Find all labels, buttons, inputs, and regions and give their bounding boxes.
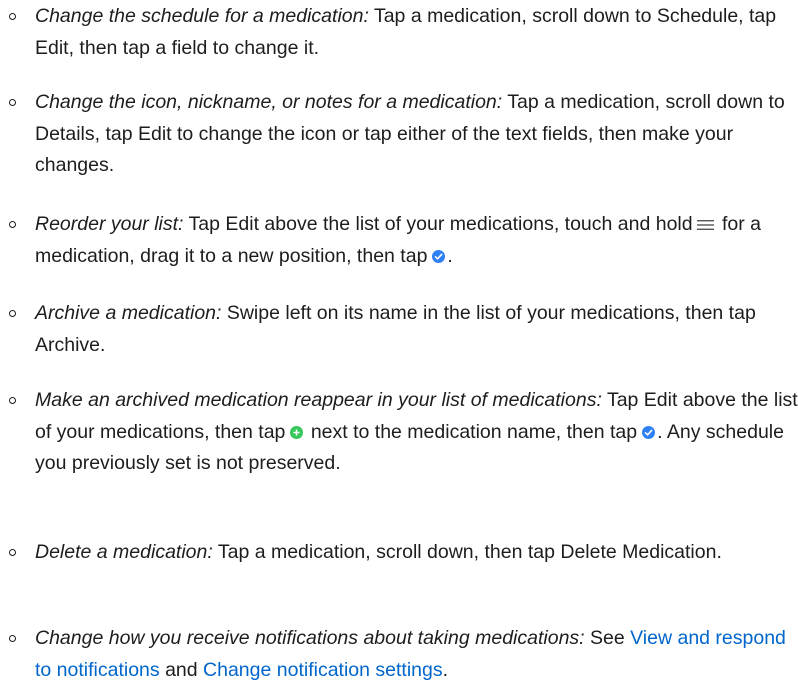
bullet-icon bbox=[9, 310, 16, 317]
item-title: Delete a medication: bbox=[35, 541, 213, 563]
item-title: Change how you receive notifications abo… bbox=[35, 627, 585, 649]
bullet-icon bbox=[9, 635, 16, 642]
item-title: Make an archived medication reappear in … bbox=[35, 389, 602, 411]
item-text: . bbox=[442, 658, 449, 681]
item-text: Tap Edit above the list of your medicati… bbox=[183, 213, 693, 235]
bullet-icon bbox=[9, 13, 16, 20]
item-title: Change the icon, nickname, or notes for … bbox=[35, 91, 503, 113]
item-title: Change the schedule for a medication: bbox=[35, 5, 369, 27]
checkmark-circle-icon bbox=[642, 425, 656, 439]
item-text: . bbox=[447, 244, 453, 267]
list-item: Delete a medication: Tap a medication, s… bbox=[0, 537, 798, 569]
list-item: Change the schedule for a medication: Ta… bbox=[0, 1, 798, 64]
item-title: Reorder your list: bbox=[35, 213, 184, 235]
bullet-icon bbox=[9, 397, 16, 404]
item-text: Tap a medication, scroll down, then tap … bbox=[212, 541, 722, 563]
list-item: Change the icon, nickname, or notes for … bbox=[0, 87, 798, 182]
add-circle-icon bbox=[290, 425, 304, 439]
reorder-icon bbox=[696, 219, 714, 231]
bullet-icon bbox=[9, 99, 16, 106]
list-item: Change how you receive notifications abo… bbox=[0, 623, 798, 686]
list-item: Archive a medication: Swipe left on its … bbox=[0, 298, 798, 361]
item-text: and bbox=[159, 658, 204, 681]
list-item: Make an archived medication reappear in … bbox=[0, 385, 798, 480]
bullet-icon bbox=[9, 221, 16, 228]
list-item: Reorder your list: Tap Edit above the li… bbox=[0, 209, 798, 272]
item-text: next to the medication name, then tap bbox=[305, 420, 638, 443]
notification-settings-link[interactable]: Change notification settings bbox=[203, 659, 443, 681]
item-text: See bbox=[584, 627, 631, 649]
item-title: Archive a medication: bbox=[35, 302, 222, 324]
checkmark-circle-icon bbox=[432, 249, 446, 263]
bullet-icon bbox=[9, 549, 16, 556]
